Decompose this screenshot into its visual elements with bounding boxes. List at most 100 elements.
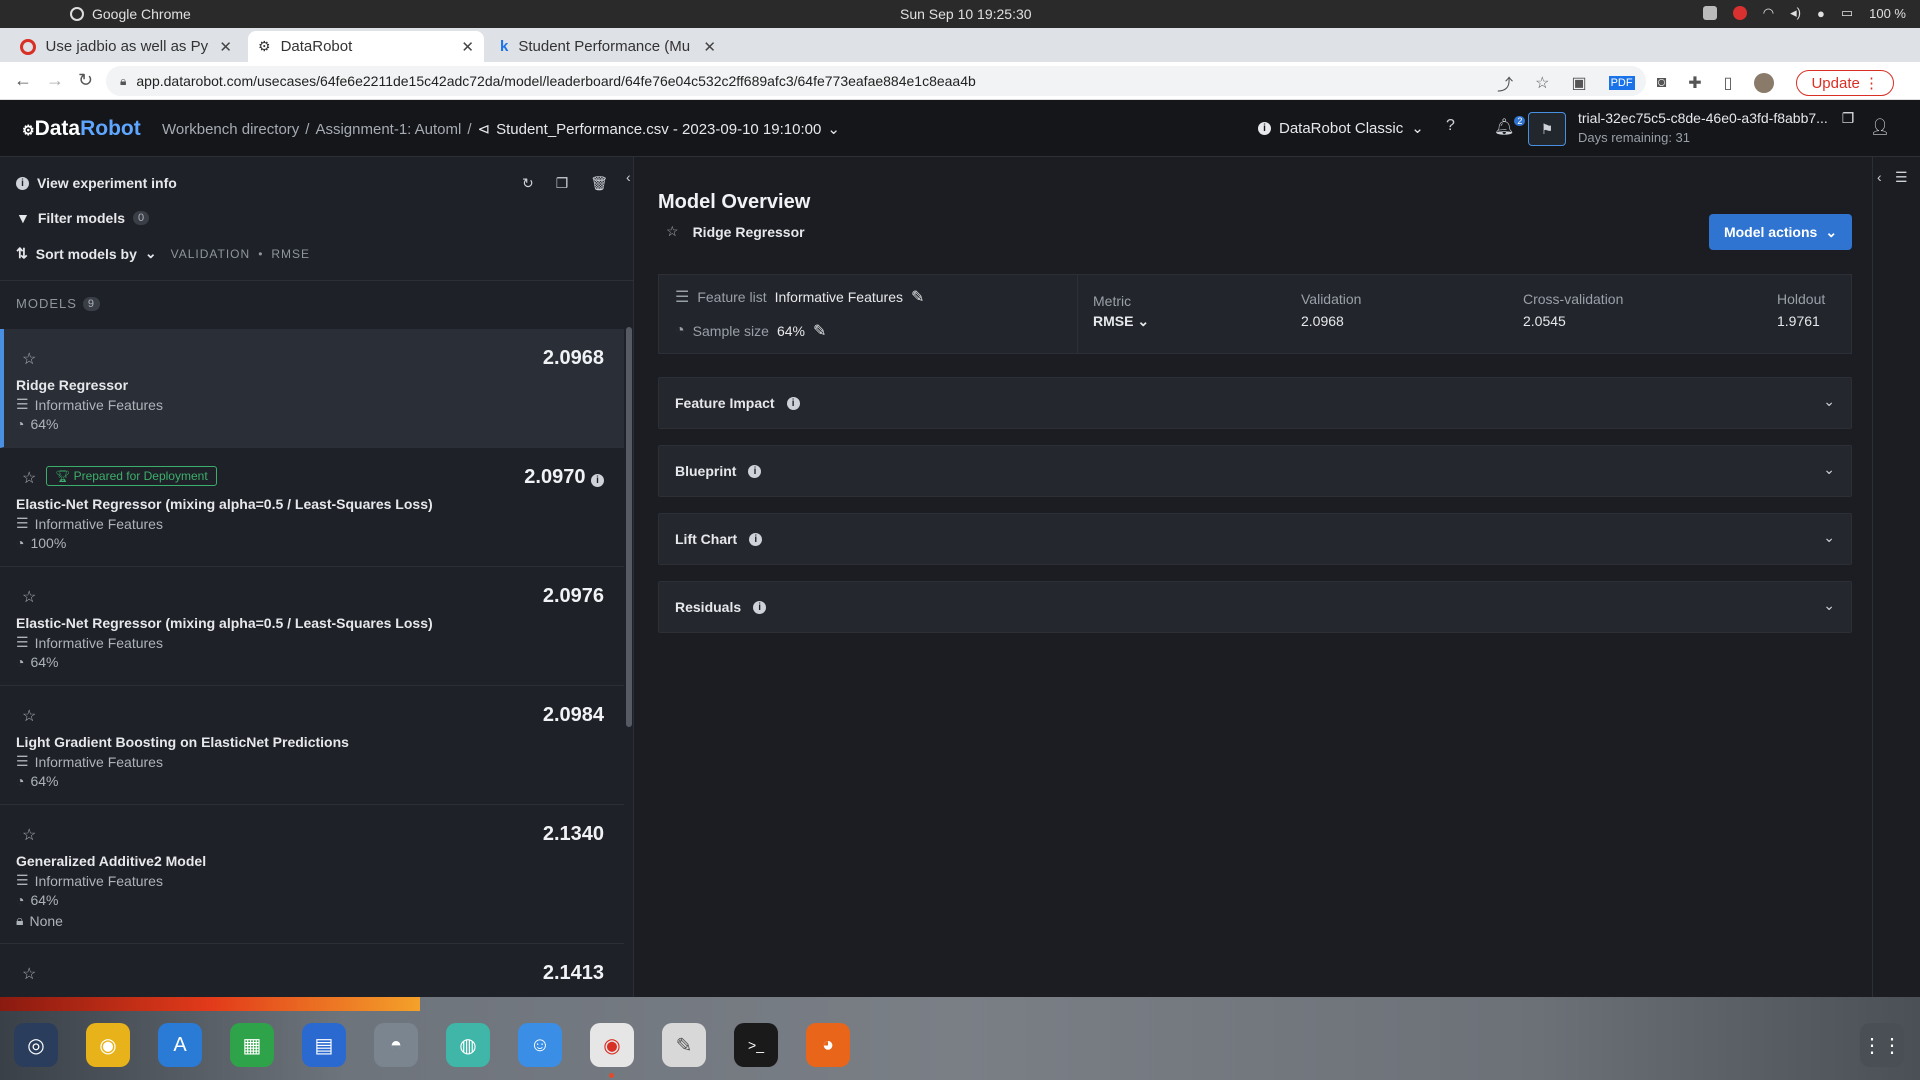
breadcrumb-experiment[interactable]: Student_Performance.csv - 2023-09-10 19:…: [496, 121, 821, 138]
os-app-name[interactable]: Google Chrome: [70, 6, 191, 22]
wifi-icon[interactable]: ◠: [1763, 5, 1774, 21]
info-icon[interactable]: i: [591, 474, 604, 487]
model-actions-button[interactable]: Model actions ⌄: [1709, 214, 1852, 250]
bookmark-star-icon[interactable]: ☆: [1535, 73, 1549, 93]
trial-id[interactable]: trial-32ec75c5-c8de-46e0-a3fd-f8abb7... …: [1578, 110, 1854, 127]
chevron-down-icon[interactable]: ⌄: [1823, 529, 1835, 546]
dock-app-firefox-icon[interactable]: ◕: [806, 1023, 850, 1067]
info-icon[interactable]: i: [748, 464, 762, 478]
chevron-down-icon[interactable]: ⌄: [1823, 597, 1835, 614]
star-icon[interactable]: ☆: [22, 587, 36, 607]
close-icon[interactable]: ✕: [461, 38, 474, 56]
collapse-panel-icon[interactable]: ‹: [626, 169, 631, 185]
camera-extension-icon[interactable]: ◙: [1657, 74, 1667, 92]
address-bar[interactable]: 🔒︎ app.datarobot.com/usecases/64fe6e2211…: [106, 66, 1646, 96]
back-icon[interactable]: ←: [14, 70, 32, 91]
cross-validation-score: Cross-validation 2.0545: [1523, 291, 1624, 329]
close-icon[interactable]: ✕: [219, 38, 232, 56]
extensions-puzzle-icon[interactable]: ✚: [1688, 73, 1701, 93]
dock-app-finder-icon[interactable]: ☺: [518, 1023, 562, 1067]
breadcrumb-workbench[interactable]: Workbench directory: [162, 121, 299, 138]
tab-datarobot[interactable]: ⚙ DataRobot ✕: [248, 31, 484, 62]
help-icon[interactable]: ?: [1446, 117, 1455, 135]
datarobot-classic-switch[interactable]: i DataRobot Classic ⌄: [1258, 119, 1424, 137]
side-panel-icon[interactable]: ▯: [1724, 73, 1733, 93]
forward-icon[interactable]: →: [46, 70, 64, 91]
dock-app-steam-icon[interactable]: ◎: [14, 1023, 58, 1067]
trash-icon[interactable]: 🗑︎: [590, 175, 608, 192]
dock-app-help-icon[interactable]: ◍: [446, 1023, 490, 1067]
close-icon[interactable]: ✕: [703, 38, 716, 56]
breadcrumb: Workbench directory / Assignment-1: Auto…: [162, 120, 840, 139]
pie-icon: ◔: [16, 416, 25, 432]
jadbio-favicon-icon: [20, 38, 36, 55]
dock-app-writer-icon[interactable]: ▤: [302, 1023, 346, 1067]
volume-icon[interactable]: ◂): [1790, 5, 1801, 21]
edit-pencil-icon[interactable]: ✎: [911, 287, 924, 307]
record-indicator-icon[interactable]: [1732, 6, 1747, 20]
dock-app-grid-icon[interactable]: ⋮⋮: [1860, 1023, 1904, 1067]
dock-app-disk-tool-icon[interactable]: ◓: [374, 1023, 418, 1067]
lift-chart-section[interactable]: Lift Chart i ⌄: [658, 513, 1852, 565]
blueprint-section[interactable]: Blueprint i ⌄: [658, 445, 1852, 497]
duplicate-icon[interactable]: ❐: [556, 175, 569, 192]
edit-pencil-icon[interactable]: ✎: [813, 321, 826, 341]
sort-models[interactable]: ⇅ Sort models by ⌄ VALIDATION • RMSE: [16, 245, 310, 262]
os-clock[interactable]: Sun Sep 10 19:25:30: [900, 6, 1032, 22]
star-icon[interactable]: ☆: [22, 706, 36, 726]
feature-impact-section[interactable]: Feature Impact i ⌄: [658, 377, 1852, 429]
refresh-icon[interactable]: ↻: [522, 175, 534, 192]
metric-selector[interactable]: Metric RMSE ⌄: [1093, 293, 1149, 330]
layout-icon[interactable]: ☰: [1895, 169, 1908, 186]
star-icon[interactable]: ☆: [22, 349, 36, 369]
dock-app-text-editor-icon[interactable]: ✎: [662, 1023, 706, 1067]
info-icon[interactable]: i: [786, 396, 800, 410]
model-card[interactable]: ☆ 2.1413: [0, 944, 624, 997]
breadcrumb-assignment[interactable]: Assignment-1: Automl: [315, 121, 461, 138]
save-extension-icon[interactable]: ▣: [1571, 73, 1586, 93]
dock-app-chrome-icon[interactable]: ◉: [590, 1023, 634, 1067]
tab-jadbio[interactable]: Use jadbio as well as PyCa ✕: [10, 31, 242, 62]
residuals-section[interactable]: Residuals i ⌄: [658, 581, 1852, 633]
model-card[interactable]: ☆ 2.1340 Generalized Additive2 Model ☰ In…: [0, 805, 624, 944]
star-icon[interactable]: ☆: [666, 223, 679, 240]
dock-app-terminal-icon[interactable]: >_: [734, 1023, 778, 1067]
star-icon[interactable]: ☆: [22, 468, 36, 488]
trophy-icon: 🏆︎: [55, 469, 71, 483]
model-card[interactable]: ☆ 2.0976 Elastic-Net Regressor (mixing a…: [0, 567, 624, 686]
dock-app-software-center-icon[interactable]: A: [158, 1023, 202, 1067]
pie-icon: ◔: [16, 654, 25, 670]
filter-models[interactable]: ▼ Filter models 0: [16, 210, 150, 226]
battery-level: 100 %: [1869, 5, 1906, 21]
chevron-down-icon[interactable]: ⌄: [1823, 461, 1835, 478]
copy-icon[interactable]: ❐: [1842, 110, 1855, 126]
tab-student-performance[interactable]: k Student Performance (Mu ✕: [490, 31, 726, 62]
reload-icon[interactable]: ↻: [78, 70, 93, 91]
chevron-down-icon[interactable]: ⌄: [827, 120, 840, 138]
update-button[interactable]: Update ⋮: [1796, 70, 1894, 96]
notifications-bell-icon[interactable]: 🔔︎ 2: [1494, 116, 1526, 137]
chevron-down-icon[interactable]: ⌄: [1823, 393, 1835, 410]
microphone-icon[interactable]: ●: [1817, 6, 1825, 21]
collapse-right-icon[interactable]: ‹: [1877, 169, 1882, 185]
dock-app-rhythmbox-icon[interactable]: ◉: [86, 1023, 130, 1067]
model-card[interactable]: ☆ 2.0968 Ridge Regressor ☰ Informative Fe…: [0, 329, 624, 448]
lock-icon[interactable]: 🔒︎: [120, 74, 126, 89]
view-experiment-info[interactable]: i View experiment info: [16, 175, 177, 191]
share-icon[interactable]: ⤴: [1497, 71, 1513, 95]
battery-icon[interactable]: ▭: [1841, 5, 1853, 21]
pdf-extension-icon[interactable]: PDF: [1608, 76, 1635, 90]
flag-button[interactable]: ⚑: [1528, 112, 1566, 146]
profile-avatar-icon[interactable]: [1754, 73, 1775, 93]
scrollbar[interactable]: [626, 327, 632, 727]
user-profile-icon[interactable]: 👤︎: [1870, 117, 1890, 137]
screen-record-icon[interactable]: [1702, 6, 1717, 20]
star-icon[interactable]: ☆: [22, 964, 36, 984]
model-card[interactable]: ☆ 🏆︎ Prepared for Deployment 2.0970 i El…: [0, 448, 624, 567]
dock-app-spreadsheet-icon[interactable]: ▦: [230, 1023, 274, 1067]
info-icon[interactable]: i: [749, 532, 763, 546]
info-icon[interactable]: i: [753, 600, 767, 614]
model-card[interactable]: ☆ 2.0984 Light Gradient Boosting on Elas…: [0, 686, 624, 805]
datarobot-logo[interactable]: ⚙DataRobot: [22, 117, 141, 141]
star-icon[interactable]: ☆: [22, 825, 36, 845]
